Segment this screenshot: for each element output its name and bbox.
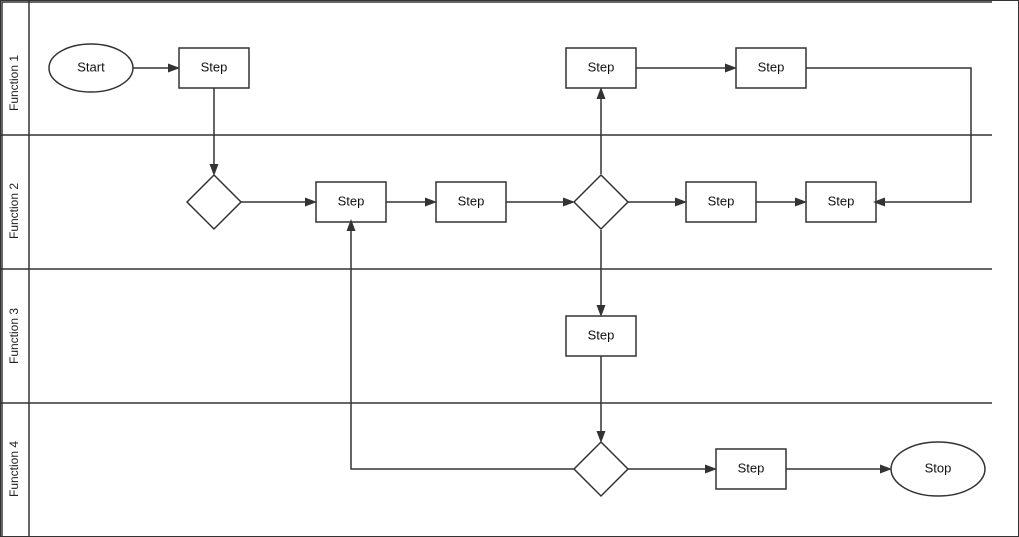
start-shape [49, 44, 133, 92]
step-l1-2-label: Step [588, 59, 615, 74]
step-l2-2-label: Step [458, 193, 485, 208]
step-l2-3-shape [686, 182, 756, 222]
step-l2-3-label: Step [708, 193, 735, 208]
arrow-diamond-l4-l2-1 [351, 222, 574, 469]
stop-shape [891, 442, 985, 496]
step-l1-2-shape [566, 48, 636, 88]
step-l4-shape [716, 449, 786, 489]
step-l4-label: Step [738, 460, 765, 475]
step-l1-1-shape [179, 48, 249, 88]
step-l1-3-label: Step [758, 59, 785, 74]
step-l2-4-label: Step [828, 193, 855, 208]
diamond-l2-1-shape [187, 175, 241, 229]
step-l1-1-label: Step [201, 59, 228, 74]
step-l2-4-shape [806, 182, 876, 222]
diagram-svg: Function 1 Function 2 Function 3 Functio… [1, 1, 992, 537]
step-l2-1-label: Step [338, 193, 365, 208]
diamond-l4-shape [574, 442, 628, 496]
diamond-l2-2-shape [574, 175, 628, 229]
step-l3-label: Step [588, 327, 615, 342]
lane4-label: Function 4 [7, 441, 21, 497]
step-l2-1-shape [316, 182, 386, 222]
start-label: Start [77, 59, 105, 74]
lane3-label: Function 3 [7, 308, 21, 364]
stop-label: Stop [925, 460, 952, 475]
diagram-container: Function 1 Function 2 Function 3 Functio… [0, 0, 1019, 537]
step-l1-3-shape [736, 48, 806, 88]
step-l3-shape [566, 316, 636, 356]
lane1-label: Function 1 [7, 55, 21, 111]
step-l2-2-shape [436, 182, 506, 222]
lane2-label: Function 2 [7, 183, 21, 239]
arrow-l1-3-l2-4 [806, 68, 971, 202]
